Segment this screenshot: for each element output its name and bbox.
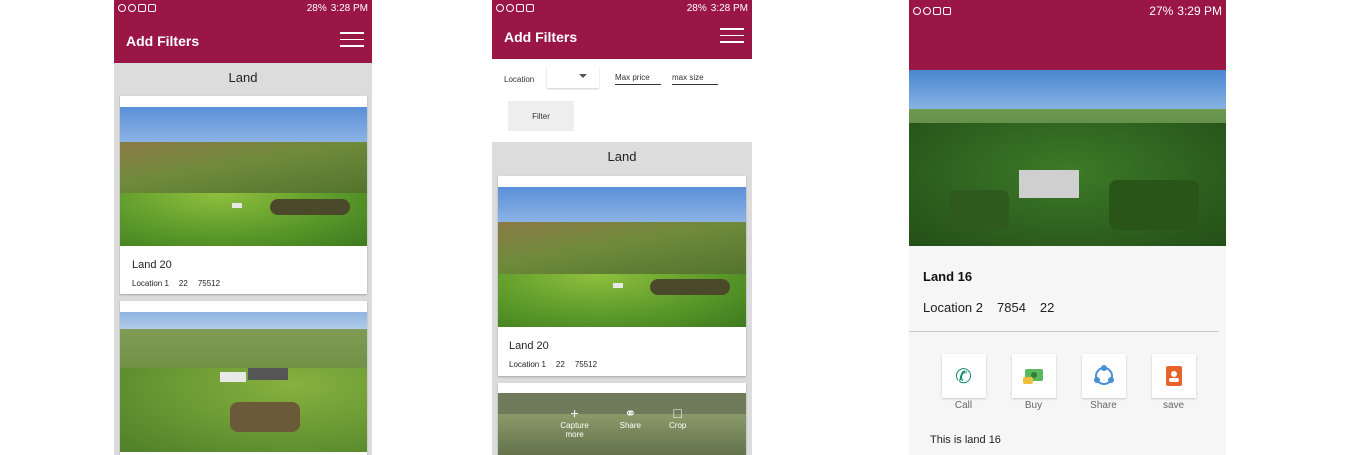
crop-label: Crop <box>669 421 687 430</box>
contact-book-icon <box>1151 354 1196 398</box>
phone-icon: ✆ <box>941 354 986 398</box>
screenshot-toolbar: + Capture more ⚭ Share □ Crop <box>492 405 752 439</box>
app-title: Add Filters <box>126 33 200 49</box>
battery-level: 27% <box>1149 4 1174 18</box>
detail-location: Location 2 <box>923 300 983 315</box>
app-bar: Add Filters <box>492 12 752 59</box>
status-bar: 27% 3:29 PM <box>909 0 1226 22</box>
divider <box>909 331 1219 332</box>
description: This is land 16 <box>930 434 1001 446</box>
screen-land-detail: 27% 3:29 PM Land 16 Location 2 7854 22 ✆… <box>909 0 1226 455</box>
save-button[interactable]: save <box>1151 354 1196 411</box>
detail-size: 22 <box>1039 300 1055 315</box>
save-label: save <box>1162 400 1185 411</box>
crop-button[interactable]: □ Crop <box>669 405 686 439</box>
filter-bar: Location Max price max size <box>492 60 752 100</box>
card-meta: Location 1 22 75512 <box>132 279 220 288</box>
menu-icon[interactable] <box>720 28 744 44</box>
section-title: Land <box>607 149 637 164</box>
clock: 3:28 PM <box>330 2 368 14</box>
card-title: Land 20 <box>509 340 549 352</box>
share-icon: ⚭ <box>624 405 637 421</box>
call-button[interactable]: ✆ Call <box>941 354 986 411</box>
detail-price: 7854 <box>997 300 1026 315</box>
app-bar: Add Filters <box>114 16 372 63</box>
card-size: 22 <box>178 279 188 288</box>
max-price-input[interactable]: Max price <box>615 73 661 85</box>
detail-meta: Location 2 7854 22 <box>923 300 1054 315</box>
money-icon <box>1011 354 1056 398</box>
share-button[interactable]: Share <box>1081 354 1126 411</box>
land-photo <box>120 107 367 246</box>
land-photo <box>120 312 367 452</box>
action-bar: ✆ Call Buy Share save <box>941 354 1196 411</box>
land-card[interactable]: Land 20 Location 1 22 75512 <box>120 96 367 294</box>
chevron-down-icon <box>579 74 587 78</box>
share-label: Share <box>1090 400 1117 411</box>
screen-filters: 28% 3:28 PM Add Filters Location Max pri… <box>492 0 752 455</box>
app-title: Add Filters <box>504 29 578 45</box>
plus-icon: + <box>570 405 579 421</box>
clock: 3:29 PM <box>1177 4 1222 18</box>
card-location: Location 1 <box>509 360 546 369</box>
card-meta: Location 1 22 75512 <box>509 360 597 369</box>
share-button[interactable]: ⚭ Share <box>620 405 641 439</box>
menu-icon[interactable] <box>340 32 364 48</box>
card-price: 75512 <box>574 360 598 369</box>
screen-land-list: 28% 3:28 PM Add Filters Land Land 20 Loc… <box>114 0 372 455</box>
land-photo <box>498 187 746 327</box>
capture-more-label: Capture more <box>560 421 589 439</box>
card-size: 22 <box>555 360 565 369</box>
filter-button[interactable]: Filter <box>508 101 574 131</box>
section-title: Land <box>228 70 258 85</box>
max-size-input[interactable]: max size <box>672 73 718 85</box>
share-label: Share <box>619 421 641 430</box>
land-card[interactable] <box>120 301 367 455</box>
capture-more-button[interactable]: + Capture more <box>558 405 592 439</box>
buy-label: Buy <box>1024 400 1043 411</box>
crop-icon: □ <box>673 405 682 421</box>
card-location: Location 1 <box>132 279 169 288</box>
land-card[interactable]: Land 20 Location 1 22 75512 <box>498 176 746 376</box>
card-price: 75512 <box>197 279 221 288</box>
detail-title: Land 16 <box>923 269 973 284</box>
buy-button[interactable]: Buy <box>1011 354 1056 411</box>
call-label: Call <box>954 400 973 411</box>
battery-level: 28% <box>306 2 327 14</box>
card-title: Land 20 <box>132 259 172 271</box>
share-icon <box>1081 354 1126 398</box>
status-bar: 28% 3:28 PM <box>114 0 372 16</box>
land-hero-photo <box>909 70 1226 246</box>
app-bar <box>909 22 1226 70</box>
location-label: Location <box>504 75 535 84</box>
location-select[interactable] <box>547 66 599 88</box>
